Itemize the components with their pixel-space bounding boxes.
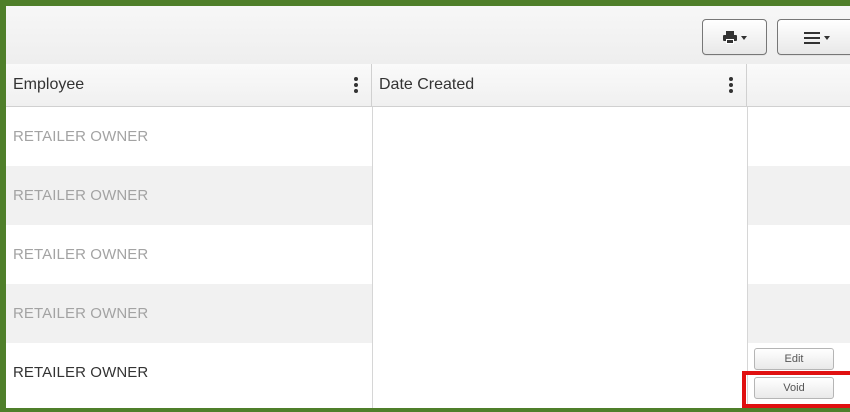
print-button[interactable] (702, 19, 767, 55)
table-row[interactable]: RETAILER OWNER (6, 225, 372, 284)
actions-cell (747, 284, 850, 343)
employee-cell: RETAILER OWNER (13, 364, 149, 381)
column-divider (747, 107, 748, 408)
data-grid: Employee Date Created RETAILER OWNER RET… (6, 64, 850, 408)
edit-button[interactable]: Edit (754, 348, 834, 370)
grid-header: Employee Date Created (6, 64, 850, 107)
table-row[interactable]: RETAILER OWNER (6, 107, 372, 166)
grid-body: RETAILER OWNER RETAILER OWNER RETAILER O… (6, 107, 850, 408)
column-menu-icon[interactable] (354, 77, 358, 93)
actions-cell (747, 225, 850, 284)
column-header-actions (747, 64, 850, 106)
column-header-label: Date Created (379, 76, 475, 93)
column-header-label: Employee (13, 76, 85, 93)
grid-toolbar (6, 6, 850, 65)
column-divider (372, 107, 373, 408)
void-highlight-box (742, 371, 850, 408)
caret-down-icon (824, 36, 830, 40)
printer-icon (722, 30, 737, 44)
actions-cell (747, 107, 850, 166)
actions-cell (747, 166, 850, 225)
column-header-date-created[interactable]: Date Created (372, 64, 747, 106)
caret-down-icon (740, 36, 747, 40)
hamburger-icon (804, 31, 820, 44)
table-row[interactable]: RETAILER OWNER (6, 343, 372, 402)
employee-cell: RETAILER OWNER (13, 246, 149, 263)
column-menu-icon[interactable] (729, 77, 733, 93)
employee-cell: RETAILER OWNER (13, 187, 149, 204)
employee-cell: RETAILER OWNER (13, 128, 149, 145)
column-header-employee[interactable]: Employee (6, 64, 372, 106)
column-menu-button[interactable] (777, 19, 850, 55)
table-row[interactable]: RETAILER OWNER (6, 284, 372, 343)
table-row[interactable]: RETAILER OWNER (6, 166, 372, 225)
employee-cell: RETAILER OWNER (13, 305, 149, 322)
